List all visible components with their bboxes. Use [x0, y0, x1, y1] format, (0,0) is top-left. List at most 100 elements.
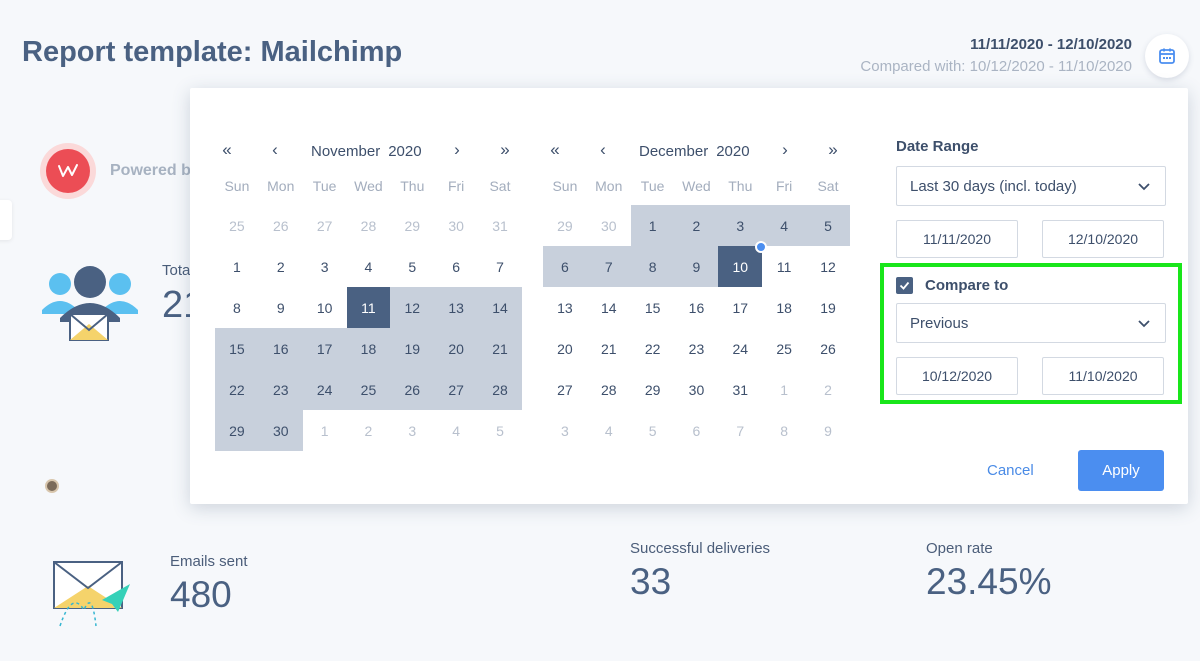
- apply-button[interactable]: Apply: [1078, 450, 1164, 491]
- calendar-day[interactable]: 22: [631, 328, 675, 369]
- calendar-day[interactable]: 11: [762, 246, 806, 287]
- calendar-day[interactable]: 12: [806, 246, 850, 287]
- calendar-day-in-range[interactable]: 12: [390, 287, 435, 328]
- calendar-day-in-range[interactable]: 21: [478, 328, 522, 369]
- calendar-day-in-range[interactable]: 29: [215, 410, 259, 451]
- calendar-day[interactable]: 24: [718, 328, 762, 369]
- calendar-day-in-range[interactable]: 9: [674, 246, 719, 287]
- calendar-day[interactable]: 18: [762, 287, 806, 328]
- calendar-day-in-range[interactable]: 4: [762, 205, 807, 246]
- calendar-day[interactable]: 21: [587, 328, 631, 369]
- calendar-day-in-range[interactable]: 1: [630, 205, 675, 246]
- calendar-day-in-range[interactable]: 5: [806, 205, 850, 246]
- calendar-day[interactable]: 30: [434, 205, 478, 246]
- date-range-select[interactable]: Last 30 days (incl. today): [896, 166, 1166, 206]
- calendar-day[interactable]: 20: [543, 328, 587, 369]
- calendar-day[interactable]: 3: [303, 246, 347, 287]
- calendar-day[interactable]: 2: [259, 246, 303, 287]
- calendar-day[interactable]: 4: [347, 246, 391, 287]
- calendar-day[interactable]: 23: [675, 328, 719, 369]
- calendar-day[interactable]: 26: [806, 328, 850, 369]
- calendar-day[interactable]: 6: [434, 246, 478, 287]
- calendar-day[interactable]: 13: [543, 287, 587, 328]
- calendar-day-in-range[interactable]: 16: [258, 328, 303, 369]
- next-month-button[interactable]: ›: [773, 140, 797, 160]
- calendar-day[interactable]: 10: [303, 287, 347, 328]
- calendar-day-in-range[interactable]: 18: [346, 328, 391, 369]
- calendar-day-selected[interactable]: 10: [718, 241, 768, 287]
- prev-year-button[interactable]: «: [543, 140, 567, 160]
- next-year-button[interactable]: »: [493, 140, 517, 160]
- end-date-field[interactable]: 12/10/2020: [1042, 220, 1164, 258]
- calendar-day-in-range[interactable]: 6: [543, 246, 587, 287]
- calendar-day[interactable]: 29: [390, 205, 434, 246]
- calendar-day[interactable]: 5: [478, 410, 522, 451]
- calendar-day[interactable]: 30: [587, 205, 631, 246]
- calendar-day[interactable]: 9: [806, 410, 850, 451]
- calendar-day[interactable]: 5: [390, 246, 434, 287]
- calendar-day[interactable]: 4: [587, 410, 631, 451]
- calendar-day-in-range[interactable]: 19: [390, 328, 435, 369]
- compare-toggle[interactable]: Compare to: [896, 276, 1008, 294]
- calendar-day[interactable]: 8: [215, 287, 259, 328]
- calendar-day-in-range[interactable]: 7: [586, 246, 631, 287]
- calendar-day-in-range[interactable]: 3: [718, 205, 763, 246]
- calendar-day[interactable]: 26: [259, 205, 303, 246]
- next-year-button[interactable]: »: [821, 140, 845, 160]
- calendar-day[interactable]: 6: [675, 410, 719, 451]
- calendar-day[interactable]: 31: [718, 369, 762, 410]
- calendar-day-in-range[interactable]: 23: [258, 369, 303, 410]
- calendar-day[interactable]: 1: [762, 369, 806, 410]
- side-panel-toggle[interactable]: [0, 200, 12, 240]
- calendar-day-in-range[interactable]: 2: [674, 205, 719, 246]
- calendar-day[interactable]: 25: [762, 328, 806, 369]
- calendar-day-in-range[interactable]: 8: [630, 246, 675, 287]
- calendar-day-in-range[interactable]: 24: [302, 369, 347, 410]
- next-month-button[interactable]: ›: [445, 140, 469, 160]
- calendar-day[interactable]: 28: [347, 205, 391, 246]
- calendar-day[interactable]: 25: [215, 205, 259, 246]
- start-date-field[interactable]: 11/11/2020: [896, 220, 1018, 258]
- calendar-day-in-range[interactable]: 25: [346, 369, 391, 410]
- calendar-day[interactable]: 14: [587, 287, 631, 328]
- calendar-day[interactable]: 31: [478, 205, 522, 246]
- calendar-day[interactable]: 7: [718, 410, 762, 451]
- compare-start-date-field[interactable]: 10/12/2020: [896, 357, 1018, 395]
- calendar-day[interactable]: 27: [543, 369, 587, 410]
- compare-checkbox[interactable]: [896, 276, 913, 294]
- calendar-day-in-range[interactable]: 20: [434, 328, 479, 369]
- calendar-day[interactable]: 28: [587, 369, 631, 410]
- calendar-day[interactable]: 9: [259, 287, 303, 328]
- calendar-day[interactable]: 17: [718, 287, 762, 328]
- prev-year-button[interactable]: «: [215, 140, 239, 160]
- calendar-day-in-range[interactable]: 13: [434, 287, 479, 328]
- calendar-day[interactable]: 15: [631, 287, 675, 328]
- calendar-day-in-range[interactable]: 17: [302, 328, 347, 369]
- calendar-day[interactable]: 4: [434, 410, 478, 451]
- calendar-day[interactable]: 7: [478, 246, 522, 287]
- calendar-day[interactable]: 27: [303, 205, 347, 246]
- calendar-day[interactable]: 1: [215, 246, 259, 287]
- prev-month-button[interactable]: ‹: [263, 140, 287, 160]
- calendar-day[interactable]: 1: [303, 410, 347, 451]
- prev-month-button[interactable]: ‹: [591, 140, 615, 160]
- calendar-day[interactable]: 2: [347, 410, 391, 451]
- calendar-day[interactable]: 29: [631, 369, 675, 410]
- compare-select[interactable]: Previous: [896, 303, 1166, 343]
- calendar-day-selected[interactable]: 11: [346, 287, 391, 328]
- compare-end-date-field[interactable]: 11/10/2020: [1042, 357, 1164, 395]
- calendar-day[interactable]: 29: [543, 205, 587, 246]
- calendar-button[interactable]: [1145, 34, 1189, 78]
- calendar-day[interactable]: 2: [806, 369, 850, 410]
- calendar-day-in-range[interactable]: 22: [215, 369, 259, 410]
- calendar-day[interactable]: 19: [806, 287, 850, 328]
- calendar-day[interactable]: 30: [675, 369, 719, 410]
- calendar-day-in-range[interactable]: 28: [478, 369, 522, 410]
- calendar-day-in-range[interactable]: 14: [478, 287, 522, 328]
- calendar-day[interactable]: 5: [631, 410, 675, 451]
- calendar-day-in-range[interactable]: 26: [390, 369, 435, 410]
- calendar-day-in-range[interactable]: 15: [215, 328, 259, 369]
- calendar-day[interactable]: 3: [543, 410, 587, 451]
- cancel-button[interactable]: Cancel: [987, 462, 1034, 479]
- calendar-day[interactable]: 3: [390, 410, 434, 451]
